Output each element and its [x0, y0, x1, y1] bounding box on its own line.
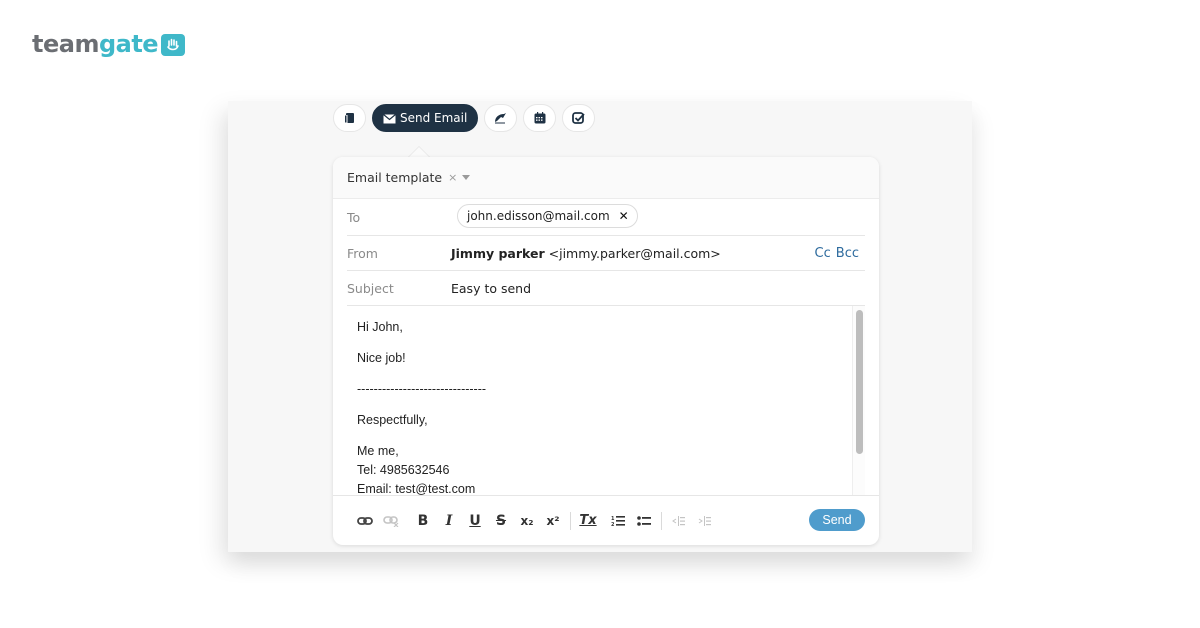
bcc-link[interactable]: Bcc	[836, 246, 859, 261]
toolbar-divider	[570, 511, 571, 530]
activity-toolbar: Send Email	[333, 104, 596, 132]
send-email-label: Send Email	[400, 111, 468, 125]
indent-icon[interactable]	[692, 511, 718, 531]
note-icon	[344, 109, 356, 128]
editor-scrollbar[interactable]	[852, 306, 865, 495]
bold-button[interactable]: B	[410, 511, 436, 531]
calendar-button[interactable]	[523, 104, 557, 132]
to-field[interactable]: To john.edisson@mail.com ✕	[347, 199, 865, 236]
cc-bcc-links: Cc Bcc	[815, 246, 859, 261]
send-button[interactable]: Send	[809, 509, 865, 531]
toolbar-divider	[661, 511, 662, 530]
cc-link[interactable]: Cc	[815, 246, 831, 261]
ordered-list-icon[interactable]: 12	[605, 511, 631, 531]
body-greeting: Hi John,	[357, 320, 403, 334]
bullet-list-icon[interactable]	[631, 511, 657, 531]
popover-arrow	[408, 146, 430, 157]
subscript-button[interactable]: x₂	[514, 511, 540, 531]
subject-label: Subject	[347, 280, 394, 296]
task-button[interactable]	[562, 104, 596, 132]
checkbox-icon	[572, 109, 586, 128]
body-divider: -------------------------------	[357, 382, 487, 396]
hand-heart-icon	[161, 34, 186, 56]
signature-name: Me me,	[357, 444, 399, 458]
from-name: Jimmy parker	[451, 245, 545, 261]
body-closing: Respectfully,	[357, 413, 428, 427]
from-value: Jimmy parker <jimmy.parker@mail.com>	[451, 246, 721, 261]
link-icon[interactable]	[352, 511, 378, 531]
remove-recipient-icon[interactable]: ✕	[619, 209, 629, 223]
email-template-select[interactable]: Email template ×	[333, 157, 879, 199]
calendar-icon	[534, 109, 546, 128]
underline-button[interactable]: U	[462, 511, 488, 531]
subject-input[interactable]: Easy to send	[451, 281, 531, 296]
superscript-button[interactable]: x²	[540, 511, 566, 531]
from-email: <jimmy.parker@mail.com>	[548, 245, 721, 261]
signature-tel: Tel: 4985632546	[357, 463, 450, 477]
logo-text: teamgate	[32, 30, 159, 58]
unlink-icon[interactable]	[378, 511, 404, 531]
signature-email: Email: test@test.com	[357, 482, 476, 495]
italic-button[interactable]: I	[436, 511, 462, 531]
format-toolbar: B I U S x₂ x² Tx 12 Send	[333, 495, 879, 545]
clear-format-button[interactable]: Tx	[575, 511, 601, 531]
email-template-label: Email template	[347, 170, 443, 185]
strikethrough-button[interactable]: S	[488, 511, 514, 531]
clear-template-icon[interactable]: ×	[448, 171, 457, 184]
svg-text:2: 2	[611, 522, 615, 527]
scrollbar-thumb[interactable]	[856, 310, 863, 454]
email-body-editor[interactable]: Hi John, Nice job! ---------------------…	[347, 306, 865, 495]
send-email-button[interactable]: Send Email	[372, 104, 479, 132]
to-label: To	[347, 209, 361, 225]
from-label: From	[347, 245, 378, 261]
logo-text-team: team	[32, 30, 99, 58]
log-call-button[interactable]	[484, 104, 518, 132]
recipient-chip[interactable]: john.edisson@mail.com ✕	[457, 204, 638, 228]
outdent-icon[interactable]	[666, 511, 692, 531]
recipient-email: john.edisson@mail.com	[467, 209, 610, 223]
phone-pen-icon	[494, 109, 507, 128]
notes-button[interactable]	[333, 104, 366, 132]
envelope-icon	[383, 109, 396, 128]
from-field[interactable]: From Jimmy parker <jimmy.parker@mail.com…	[347, 236, 865, 271]
logo-text-gate: gate	[98, 30, 159, 58]
chevron-down-icon[interactable]	[462, 175, 471, 180]
teamgate-logo: teamgate	[32, 30, 186, 58]
email-body[interactable]: Hi John, Nice job! ---------------------…	[357, 318, 486, 495]
body-line: Nice job!	[357, 351, 406, 365]
subject-field[interactable]: Subject Easy to send	[347, 271, 865, 306]
compose-email-card: Email template × To john.edisson@mail.co…	[333, 157, 879, 545]
